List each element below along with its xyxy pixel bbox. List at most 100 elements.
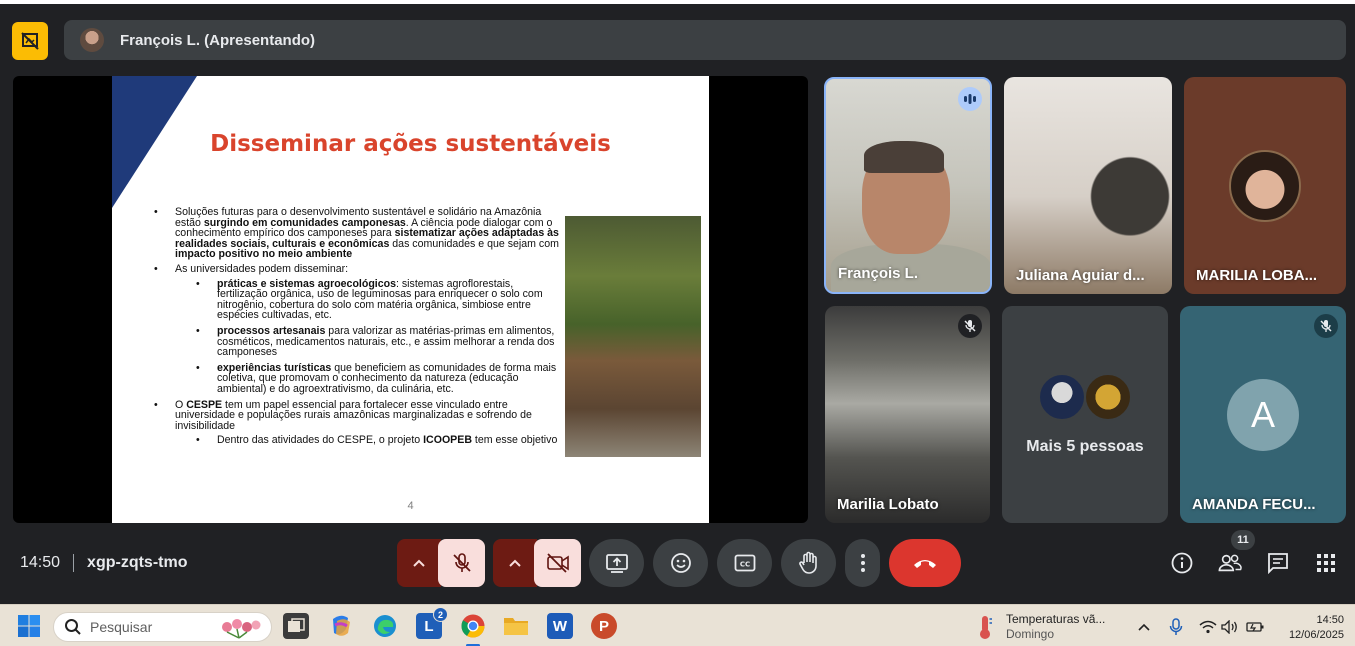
more-participants-tile[interactable]: Mais 5 pessoas (1002, 306, 1168, 523)
taskbar-clock[interactable]: 14:50 12/06/2025 (1272, 613, 1344, 643)
meeting-code: xgp-zqts-tmo (87, 554, 188, 571)
chevron-up-icon (509, 559, 521, 567)
clock-date: 12/06/2025 (1288, 629, 1344, 641)
chat-button[interactable] (1266, 551, 1290, 575)
avatar (1038, 373, 1086, 421)
reactions-button[interactable] (653, 539, 708, 587)
participant-name: AMANDA FECU... (1192, 496, 1316, 513)
copilot-button[interactable] (328, 613, 354, 639)
participant-tile[interactable]: Juliana Aguiar d... (1004, 77, 1172, 294)
end-call-button[interactable] (889, 539, 961, 587)
more-vert-icon (860, 554, 865, 572)
thermometer-icon (980, 616, 992, 639)
video-options-button[interactable] (493, 539, 537, 587)
camera-toggle-button[interactable] (534, 539, 581, 587)
chat-icon (1268, 553, 1288, 574)
weather-title: Temperaturas vã... (1006, 612, 1106, 626)
outlook-icon: L (424, 617, 434, 635)
chevron-up-icon (1138, 623, 1150, 631)
avatar: A (1227, 379, 1299, 451)
start-button[interactable] (16, 613, 42, 639)
presenter-name: François L. (Apresentando) (120, 31, 316, 49)
slide-subbullet: Dentro das atividades do CESPE, o projet… (175, 435, 564, 446)
wifi-tray-button[interactable] (1199, 618, 1217, 636)
powerpoint-button[interactable]: P (591, 613, 617, 639)
avatar (1229, 150, 1301, 222)
mic-toggle-button[interactable] (438, 539, 485, 587)
slide: Disseminar ações sustentáveis Soluções f… (112, 76, 709, 523)
edge-icon (374, 615, 396, 637)
word-button[interactable]: W (547, 613, 573, 639)
clock-time: 14:50 (1316, 614, 1344, 626)
participant-name: Juliana Aguiar d... (1016, 267, 1145, 284)
search-placeholder: Pesquisar (90, 619, 153, 635)
participant-name: François L. (838, 265, 919, 282)
participant-tile[interactable]: François L. (824, 77, 992, 294)
emoji-icon (670, 553, 691, 573)
slide-bullet: O CESPE tem um papel essencial para fort… (154, 399, 564, 446)
slide-subbullet: experiências turísticas que beneficiem a… (175, 362, 564, 395)
microphone-tray-button[interactable] (1167, 618, 1185, 636)
slide-title: Disseminar ações sustentáveis (210, 131, 611, 157)
presentation-toggle-button[interactable] (12, 22, 48, 60)
people-button[interactable] (1218, 551, 1242, 575)
presentation-stage: Disseminar ações sustentáveis Soluções f… (13, 76, 808, 523)
camera-off-icon (546, 553, 569, 573)
participant-tile[interactable]: A AMANDA FECU... (1180, 306, 1346, 523)
slide-page-number: 4 (407, 500, 414, 512)
slide-plant-photo (565, 216, 701, 457)
task-view-button[interactable] (283, 613, 309, 639)
more-participants-label: Mais 5 pessoas (1026, 438, 1144, 455)
participant-tile[interactable]: MARILIA LOBA... (1184, 77, 1346, 294)
info-icon (1171, 552, 1193, 574)
participant-count-badge: 11 (1231, 530, 1255, 550)
top-edge (0, 0, 1355, 4)
volume-tray-button[interactable] (1221, 618, 1239, 636)
windows-logo-icon (18, 615, 40, 637)
hand-icon (798, 551, 817, 574)
people-icon (1218, 554, 1242, 572)
copilot-icon (333, 615, 350, 636)
outlook-button[interactable]: L 2 (416, 607, 448, 639)
apps-grid-icon (1317, 554, 1335, 572)
slide-subbullet: processos artesanais para valorizar as m… (175, 326, 564, 358)
captions-icon: CC (734, 554, 755, 572)
svg-text:CC: CC (739, 561, 749, 569)
windows-taskbar: Pesquisar L 2 W P Temperaturas vã... Dom… (0, 604, 1355, 646)
chrome-button[interactable] (460, 613, 486, 646)
battery-icon (1246, 622, 1264, 632)
slide-bullet: Soluções futuras para o desenvolvimento … (154, 207, 564, 260)
more-options-button[interactable] (845, 539, 880, 587)
volume-icon (1221, 620, 1237, 634)
slide-body: Soluções futuras para o desenvolvimento … (154, 207, 564, 451)
show-hidden-icons-button[interactable] (1135, 618, 1153, 636)
participant-name: MARILIA LOBA... (1196, 267, 1318, 284)
weather-widget[interactable]: Temperaturas vã... Domingo (1006, 612, 1105, 642)
activities-button[interactable] (1314, 551, 1338, 575)
speaking-indicator-icon (958, 87, 982, 111)
captions-button[interactable]: CC (717, 539, 772, 587)
audio-options-button[interactable] (397, 539, 441, 587)
present-screen-icon (605, 554, 628, 573)
participant-tile[interactable]: Marilia Lobato (825, 306, 990, 523)
file-explorer-button[interactable] (503, 613, 529, 639)
mic-off-icon (452, 553, 471, 572)
raise-hand-button[interactable] (781, 539, 836, 587)
task-view-icon (288, 618, 305, 632)
presentation-off-icon (21, 32, 39, 50)
presenter-banner: François L. (Apresentando) (64, 20, 1346, 60)
video-feed (864, 141, 944, 173)
folder-icon (504, 618, 528, 635)
battery-tray-button[interactable] (1246, 618, 1264, 636)
taskbar-search[interactable]: Pesquisar (53, 612, 272, 642)
mic-off-icon (958, 314, 982, 338)
present-screen-button[interactable] (589, 539, 644, 587)
chrome-icon (461, 614, 485, 638)
powerpoint-icon: P (598, 617, 609, 635)
hang-up-icon (914, 560, 936, 568)
meeting-time: 14:50 (20, 554, 61, 571)
edge-button[interactable] (372, 613, 398, 639)
meeting-details-button[interactable] (1170, 551, 1194, 575)
slide-bullet: As universidades podem disseminar: práti… (154, 264, 564, 395)
slide-subbullet: práticas e sistemas agroecológicos: sist… (175, 278, 564, 321)
